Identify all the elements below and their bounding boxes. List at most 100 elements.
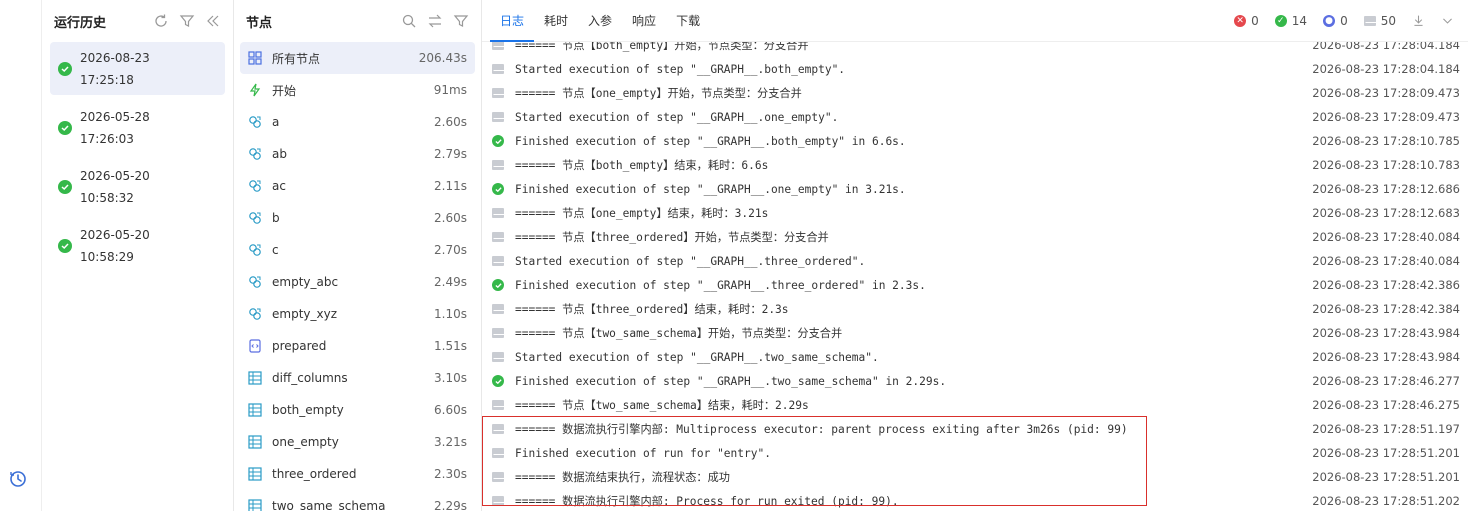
log-panel: 日志 耗时 入参 响应 下载 ✕ 0 ✓ 14 ● 0 50 ====== 数据… [482,0,1468,511]
tab-log[interactable]: 日志 [490,0,535,42]
log-message: Finished execution of run for "entry". [515,446,771,460]
node-duration: 1.10s [434,307,467,321]
run-history-item[interactable]: 2026-05-20 10:58:29 [50,219,225,272]
node-duration: 2.70s [434,243,467,257]
run-time: 17:26:03 [80,131,134,146]
mail-icon [492,423,505,435]
node-item-empty_xyz[interactable]: empty_xyz 1.10s [240,298,475,330]
node-duration: 2.29s [434,499,467,511]
branch-merge-icon [249,116,261,128]
success-check-icon [58,120,72,135]
log-timestamp: 2026-08-23 17:28:42.386 [1312,278,1460,292]
node-duration: 91ms [433,83,467,97]
log-line: Started execution of step "__GRAPH__.thr… [482,249,1468,273]
log-timestamp: 2026-08-23 17:28:12.686 [1312,182,1460,196]
node-item-three_ordered[interactable]: three_ordered 2.30s [240,458,475,490]
mail-icon [492,327,505,339]
more-icon[interactable] [1441,14,1454,27]
log-message: Finished execution of step "__GRAPH__.bo… [515,134,906,148]
node-item-开始[interactable]: 开始 91ms [240,74,475,106]
run-timestamp: 2026-05-20 10:58:32 [80,165,150,209]
node-item-two_same_schema[interactable]: two_same_schema 2.29s [240,490,475,511]
node-name: empty_abc [272,275,339,289]
branch-merge-icon [249,244,261,256]
filter-icon[interactable] [453,13,469,29]
log-line: ====== 节点【one_empty】开始，节点类型：分支合并 2026-08-… [482,81,1468,105]
node-item-c[interactable]: c 2.70s [240,234,475,266]
node-item-both_empty[interactable]: both_empty 6.60s [240,394,475,426]
message-counter[interactable]: 50 [1363,13,1396,28]
app: 运行历史 2026-08-23 17:25:18 2026-05-28 17:26:0… [0,0,1468,511]
log-timestamp: 2026-08-23 17:28:51.202 [1312,494,1460,508]
log-message: ====== 节点【both_empty】结束，耗时：6.6s [515,159,769,172]
message-count: 50 [1380,13,1396,28]
node-name: three_ordered [272,467,357,481]
node-item-a[interactable]: a 2.60s [240,106,475,138]
node-duration: 2.11s [434,179,467,193]
branch-merge-icon [249,180,261,192]
mail-icon [492,231,505,243]
download-icon[interactable] [1412,14,1425,27]
log-line: ====== 节点【two_same_schema】结束，耗时：2.29s 202… [482,393,1468,417]
history-clock-icon[interactable] [9,470,27,488]
run-date: 2026-08-23 [80,50,150,65]
success-check-icon [58,61,72,76]
log-message: ====== 数据流执行引擎内部: Process for run exited… [515,495,899,508]
node-name: two_same_schema [272,499,386,511]
log-timestamp: 2026-08-23 17:28:12.683 [1312,206,1460,220]
filter-icon[interactable] [179,13,195,29]
error-counter[interactable]: ✕ 0 [1234,14,1259,28]
log-line: Finished execution of step "__GRAPH__.tw… [482,369,1468,393]
tab-duration[interactable]: 耗时 [534,0,578,42]
log-line: Started execution of step "__GRAPH__.two… [482,345,1468,369]
mail-icon [492,399,505,411]
swap-icon[interactable] [427,13,443,29]
run-history-header: 运行历史 [42,0,233,42]
node-name: empty_xyz [272,307,337,321]
log-message: Started execution of step "__GRAPH__.thr… [515,254,866,268]
search-icon[interactable] [401,13,417,29]
node-item-prepared[interactable]: prepared 1.51s [240,330,475,362]
success-check-icon [492,375,504,387]
node-duration: 6.60s [434,403,467,417]
run-date: 2026-05-20 [80,227,150,242]
log-line: ====== 节点【two_same_schema】开始，节点类型：分支合并 20… [482,321,1468,345]
success-counter[interactable]: ✓ 14 [1274,14,1307,28]
log-line: Finished execution of step "__GRAPH__.on… [482,177,1468,201]
log-timestamp: 2026-08-23 17:28:46.277 [1312,374,1460,388]
log-message: ====== 节点【three_ordered】开始，节点类型：分支合并 [515,231,829,244]
tab-input-params[interactable]: 入参 [578,0,622,42]
tab-response[interactable]: 响应 [622,0,666,42]
node-item-diff_columns[interactable]: diff_columns 3.10s [240,362,475,394]
log-timestamp: 2026-08-23 17:28:51.201 [1312,470,1460,484]
log-timestamp: 2026-08-23 17:28:42.384 [1312,302,1460,316]
branch-merge-icon [249,276,261,288]
run-history-item[interactable]: 2026-05-20 10:58:32 [50,160,225,213]
node-item-b[interactable]: b 2.60s [240,202,475,234]
table-merge-icon [248,467,262,481]
left-rail [0,0,42,511]
node-item-ab[interactable]: ab 2.79s [240,138,475,170]
node-name: c [272,243,279,257]
node-name: ab [272,147,287,161]
log-message: ====== 数据流结束执行，流程状态：成功 [515,471,730,484]
log-timestamp: 2026-08-23 17:28:40.084 [1312,230,1460,244]
log-timestamp: 2026-08-23 17:28:51.197 [1312,422,1460,436]
node-item-one_empty[interactable]: one_empty 3.21s [240,426,475,458]
run-timestamp: 2026-08-23 17:25:18 [80,47,150,91]
run-history-item[interactable]: 2026-05-28 17:26:03 [50,101,225,154]
mail-icon [492,471,505,483]
log-timestamp: 2026-08-23 17:28:43.984 [1312,326,1460,340]
log-timestamp: 2026-08-23 17:28:51.201 [1312,446,1460,460]
node-item-所有节点[interactable]: 所有节点 206.43s [240,42,475,74]
collapse-icon[interactable] [205,13,221,29]
tab-download[interactable]: 下载 [666,0,710,42]
run-history-item[interactable]: 2026-08-23 17:25:18 [50,42,225,95]
node-item-ac[interactable]: ac 2.11s [240,170,475,202]
node-name: one_empty [272,435,339,449]
success-check-icon [492,183,504,195]
node-item-empty_abc[interactable]: empty_abc 2.49s [240,266,475,298]
refresh-icon[interactable] [153,13,169,29]
user-counter[interactable]: ● 0 [1323,14,1348,28]
nodes-title: 节点 [246,15,273,31]
